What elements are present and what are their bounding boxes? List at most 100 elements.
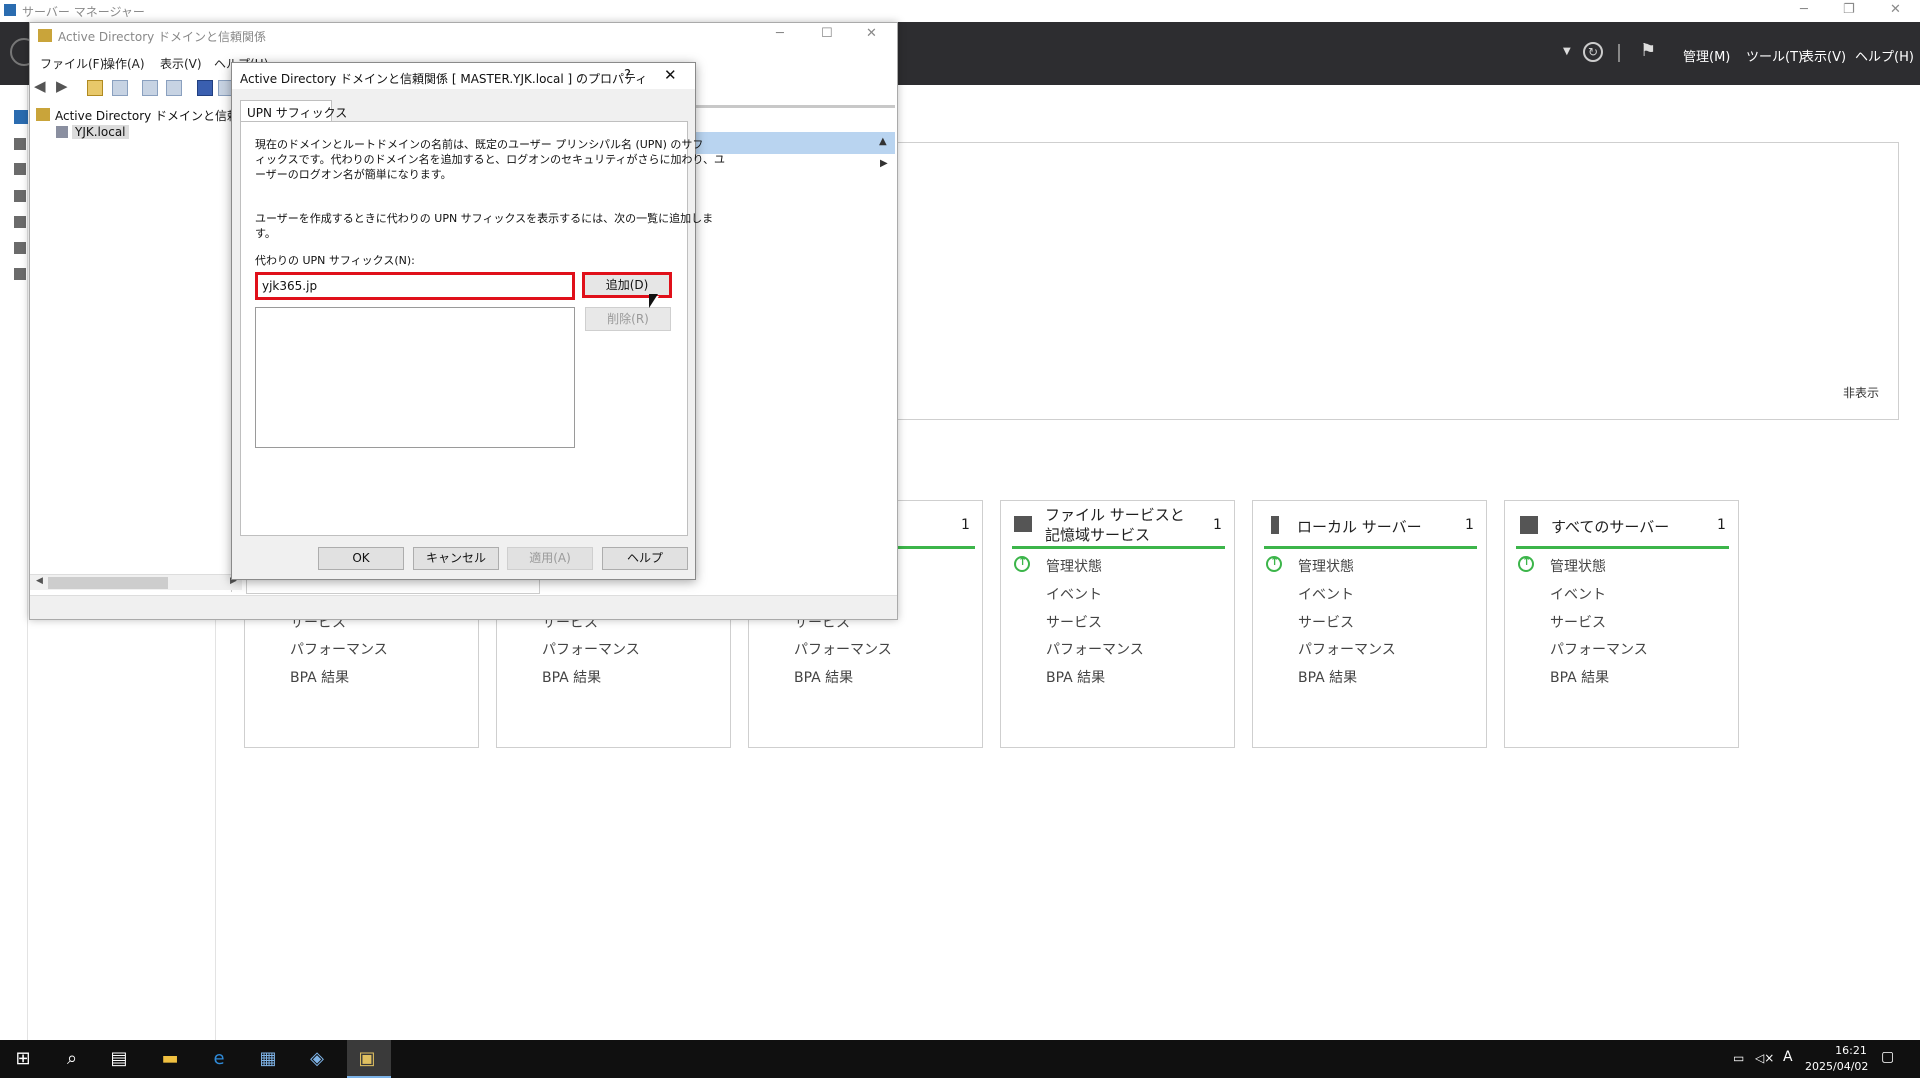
tile-count: 1	[961, 517, 970, 533]
server-manager-nav	[0, 85, 28, 1040]
tile-item[interactable]: パフォーマンス	[1046, 639, 1144, 659]
minimize-icon[interactable]: ─	[1800, 2, 1808, 17]
hide-link[interactable]: 非表示	[1843, 384, 1879, 401]
remove-button[interactable]: 削除(R)	[585, 307, 671, 331]
ad-menu-view[interactable]: 表示(V)	[160, 55, 202, 72]
dialog-title: Active Directory ドメインと信頼関係 [ MASTER.YJK.…	[240, 72, 648, 86]
tile-item[interactable]: BPA 結果	[1046, 667, 1105, 687]
iis-icon[interactable]	[14, 268, 26, 280]
dialog-help-icon[interactable]: ?	[624, 68, 631, 83]
tile-status[interactable]: 管理状態	[1550, 556, 1606, 576]
all-servers-icon[interactable]	[14, 163, 26, 175]
scroll-left-icon[interactable]: ◀	[36, 576, 43, 586]
tile-item[interactable]: BPA 結果	[290, 667, 349, 687]
upn-suffix-input[interactable]	[255, 272, 575, 300]
help-button[interactable]: ヘルプ	[602, 547, 688, 570]
role-tile-all-servers[interactable]	[1504, 500, 1739, 748]
role-tile-local-server[interactable]	[1252, 500, 1487, 748]
properties-icon[interactable]	[142, 80, 158, 96]
dns-icon[interactable]	[14, 216, 26, 228]
ad-maximize-icon[interactable]: ☐	[821, 26, 833, 41]
clock-time[interactable]: 16:21	[1820, 1044, 1882, 1057]
show-hide-tree-icon[interactable]	[112, 80, 128, 96]
apply-button[interactable]: 適用(A)	[507, 547, 593, 570]
restore-icon[interactable]: ❐	[1843, 2, 1855, 17]
local-server-icon[interactable]	[14, 138, 26, 150]
tile-item[interactable]: BPA 結果	[542, 667, 601, 687]
ad-ds-icon[interactable]	[14, 190, 26, 202]
ad-window-title: Active Directory ドメインと信頼関係	[58, 30, 267, 44]
ad-domains-taskbar-icon[interactable]: ▣	[351, 1044, 383, 1074]
flag-icon[interactable]: ⚑	[1640, 40, 1656, 61]
ad-close-icon[interactable]: ✕	[866, 26, 877, 41]
network-icon[interactable]: ▭	[1733, 1051, 1744, 1065]
volume-muted-icon[interactable]: ◁×	[1755, 1051, 1774, 1065]
menu-manage[interactable]: 管理(M)	[1683, 46, 1730, 65]
server-icon	[1271, 516, 1279, 534]
selected-list-row[interactable]	[695, 132, 895, 154]
forward-icon[interactable]: ▶	[56, 77, 68, 95]
ime-indicator[interactable]: A	[1783, 1049, 1793, 1065]
scrollbar-thumb[interactable]	[48, 577, 168, 589]
help-icon[interactable]	[197, 80, 213, 96]
tile-item[interactable]: イベント	[1298, 584, 1354, 604]
tile-item[interactable]: BPA 結果	[1550, 667, 1609, 687]
menu-tools[interactable]: ツール(T)	[1746, 46, 1803, 65]
up-folder-icon[interactable]	[87, 80, 103, 96]
tile-item[interactable]: パフォーマンス	[1298, 639, 1396, 659]
tile-item[interactable]: BPA 結果	[794, 667, 853, 687]
tile-title[interactable]: ローカル サーバー	[1297, 516, 1422, 537]
tile-status[interactable]: 管理状態	[1046, 556, 1102, 576]
internet-explorer-icon[interactable]: e	[203, 1044, 235, 1074]
cancel-button[interactable]: キャンセル	[413, 547, 499, 570]
tile-item[interactable]: パフォーマンス	[290, 639, 388, 659]
tile-item[interactable]: サービス	[1550, 612, 1606, 632]
export-list-icon[interactable]	[166, 80, 182, 96]
tile-item[interactable]: パフォーマンス	[1550, 639, 1648, 659]
ad-menu-file[interactable]: ファイル(F)	[40, 55, 104, 72]
tile-title[interactable]: ファイル サービスと記憶域サービス	[1045, 505, 1195, 545]
refresh-icon[interactable]: ↻	[1583, 42, 1603, 62]
search-icon[interactable]: ⌕	[56, 1044, 88, 1074]
column-header	[695, 105, 895, 108]
tile-item[interactable]: イベント	[1046, 584, 1102, 604]
upn-suffix-list[interactable]	[255, 307, 575, 448]
tile-item[interactable]: イベント	[1550, 584, 1606, 604]
tile-item[interactable]: BPA 結果	[1298, 667, 1357, 687]
tree-domain-node[interactable]: YJK.local	[72, 125, 129, 139]
tile-item[interactable]: パフォーマンス	[794, 639, 892, 659]
tile-status-bar	[1264, 546, 1477, 549]
tile-item[interactable]: サービス	[1046, 612, 1102, 632]
ad-minimize-icon[interactable]: ─	[776, 26, 784, 41]
header-divider	[1618, 44, 1620, 62]
dropdown-arrow-icon[interactable]: ▼	[1563, 46, 1571, 57]
file-explorer-icon[interactable]: ▬	[154, 1044, 186, 1074]
mouse-cursor-outline	[649, 294, 667, 308]
start-icon[interactable]: ⊞	[7, 1044, 39, 1074]
menu-help[interactable]: ヘルプ(H)	[1855, 46, 1914, 65]
dashboard-icon[interactable]	[14, 110, 28, 124]
tile-status[interactable]: 管理状態	[1298, 556, 1354, 576]
back-icon[interactable]: ◀	[34, 77, 46, 95]
ok-button[interactable]: OK	[318, 547, 404, 570]
tab-upn-suffixes[interactable]: UPN サフィックス	[240, 100, 347, 122]
expand-arrow-icon[interactable]: ▶	[880, 158, 888, 169]
server-manager-taskbar-icon[interactable]: ▦	[252, 1044, 284, 1074]
ad-users-taskbar-icon[interactable]: ◈	[301, 1044, 333, 1074]
clock-date[interactable]: 2025/04/02	[1805, 1060, 1868, 1073]
close-icon[interactable]: ✕	[1890, 2, 1901, 17]
collapse-arrow-icon[interactable]: ▲	[879, 136, 887, 147]
tile-count: 1	[1213, 517, 1222, 533]
task-view-icon[interactable]: ▤	[103, 1044, 135, 1074]
menu-view[interactable]: 表示(V)	[1801, 46, 1846, 65]
action-center-icon[interactable]: ▢	[1881, 1049, 1894, 1065]
dialog-close-icon[interactable]: ✕	[664, 66, 677, 84]
ad-app-icon	[38, 29, 52, 42]
description-line: ィックスです。代わりのドメイン名を追加すると、ログオンのセキュリティがさらに加わ…	[255, 153, 726, 166]
tile-item[interactable]: サービス	[1298, 612, 1354, 632]
ad-status-bar	[30, 595, 897, 619]
ad-menu-action[interactable]: 操作(A)	[103, 55, 145, 72]
tile-item[interactable]: パフォーマンス	[542, 639, 640, 659]
tile-title[interactable]: すべてのサーバー	[1551, 516, 1669, 537]
file-storage-icon[interactable]	[14, 242, 26, 254]
